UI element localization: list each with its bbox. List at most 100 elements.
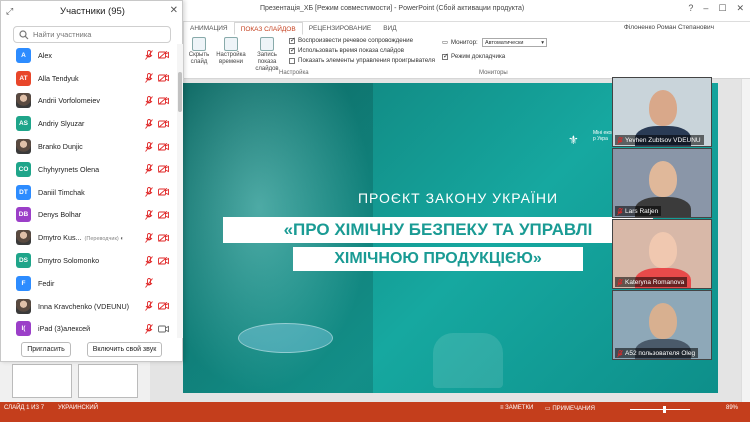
video-tile[interactable]: Lars Ratjen (612, 148, 712, 218)
participant-row[interactable]: Inna Kravchenko (VDEUNU) (1, 295, 177, 318)
participant-face (649, 90, 677, 126)
video-off-icon (158, 119, 169, 128)
participant-row[interactable]: AT Alla Tendyuk (1, 67, 177, 90)
video-off-icon (158, 256, 169, 265)
record-slideshow-button[interactable]: Запись показа слайдов (248, 37, 286, 73)
participant-name: iPad (3)алексей (38, 324, 90, 333)
hide-slide-icon (192, 37, 206, 51)
ribbon-tab[interactable]: РЕЦЕНЗИРОВАНИЕ (303, 22, 378, 35)
close-icon[interactable]: ✕ (170, 5, 178, 16)
hide-slide-button[interactable]: Скрыть слайд (188, 37, 210, 66)
video-name-text: A52 пользователя Oleg (625, 350, 696, 357)
mic-muted-icon (145, 118, 153, 129)
participant-name-text: Branko Dunjic (38, 142, 83, 152)
participant-name-text: Fedir (38, 278, 55, 288)
ribbon-tab[interactable]: АНИМАЦИЯ (184, 22, 234, 35)
video-off-icon (158, 210, 169, 219)
checkbox-icon (289, 36, 296, 44)
participant-list-scrollbar[interactable] (177, 44, 183, 338)
scrollbar-thumb[interactable] (178, 72, 182, 112)
video-tile[interactable]: A52 пользователя Oleg (612, 290, 712, 360)
video-name-label: Kateryna Romanova (615, 277, 688, 287)
video-off-icon (158, 302, 169, 310)
ribbon: Скрыть слайд Настройка времени Запись по… (184, 35, 750, 79)
participant-role: (Переводчик) (84, 236, 119, 243)
unmute-self-button[interactable]: Включить свой звук (87, 342, 162, 357)
video-tile[interactable]: Kateryna Romanova (612, 219, 712, 289)
participant-row[interactable]: CO Chyhyrynets Olena (1, 158, 177, 181)
participant-name: Dmytro Solomonko (38, 256, 99, 265)
ribbon-tab[interactable]: ПОКАЗ СЛАЙДОВ (233, 22, 303, 35)
zoom-level[interactable]: 89% (726, 405, 738, 411)
close-icon[interactable]: ✕ (736, 3, 744, 14)
participant-name: Fedir (38, 279, 54, 288)
panel-header: ⤢ Участники (95) ✕ (1, 1, 184, 23)
interpreter-icon: ◐ (118, 236, 124, 243)
participant-name-text: Daniil Timchak (38, 187, 85, 197)
zoom-slider-knob[interactable] (663, 406, 666, 413)
mic-muted-icon (145, 301, 153, 311)
comments-button[interactable]: ▭ ПРИМЕЧАНИЯ (545, 405, 595, 412)
participant-row[interactable]: A Alex (1, 44, 177, 67)
mic-muted-icon (145, 73, 153, 83)
mic-muted-icon (145, 210, 153, 220)
participant-row[interactable]: AS Andriy Slyuzar (1, 112, 177, 135)
mic-muted-icon (617, 279, 623, 287)
setup-group-label: Настройка (279, 70, 309, 76)
participant-face (649, 303, 677, 339)
avatar: AS (16, 116, 31, 132)
notes-button[interactable]: ≡ ЗАМЕТКИ (500, 405, 533, 411)
slide-thumbnail[interactable] (12, 364, 72, 398)
monitor-icon: ▭ (442, 39, 448, 46)
participant-name-text: Alex (38, 50, 52, 60)
help-icon[interactable]: ? (688, 3, 693, 14)
ribbon-tab[interactable]: ВИД (377, 22, 402, 35)
participant-row[interactable]: F Fedir (1, 272, 177, 295)
avatar (16, 93, 31, 109)
media-controls-checkbox[interactable]: Показать элементы управления проигрывате… (289, 57, 435, 64)
maximize-icon[interactable]: ☐ (718, 3, 726, 14)
participant-name-text: Inna Kravchenko (VDEUNU) (38, 301, 130, 311)
mic-muted-icon (145, 96, 153, 106)
record-icon (260, 37, 274, 51)
video-name-label: Yevhen Zubtsov VDEUNU (615, 135, 704, 145)
narration-checkbox[interactable]: Воспроизвести речевое сопровождение (289, 36, 413, 44)
trident-icon: ⚜ (568, 133, 579, 147)
avatar (16, 230, 31, 246)
presenter-view-checkbox[interactable]: Режим докладчика (442, 52, 505, 60)
slide-thumbnail[interactable] (78, 364, 138, 398)
zoom-slider[interactable] (630, 406, 690, 413)
vertical-scrollbar[interactable] (741, 79, 750, 402)
participant-row[interactable]: Branko Dunjic (1, 135, 177, 158)
slide-beaker (433, 333, 503, 388)
participant-name: Chyhyrynets Olena (38, 165, 99, 174)
signed-in-user[interactable]: Філоненко Роман Степанович (624, 24, 714, 31)
monitor-select[interactable]: Автоматически ▾ (482, 38, 547, 47)
search-input[interactable] (33, 28, 168, 41)
timings-checkbox[interactable]: Использовать время показа слайдов (289, 46, 404, 54)
checkbox-icon (289, 46, 296, 54)
invite-button[interactable]: Пригласить (21, 342, 71, 357)
mic-muted-icon (145, 50, 153, 61)
video-off-icon (158, 74, 169, 83)
video-on-icon (158, 325, 169, 333)
avatar: DT (16, 184, 31, 200)
participant-row[interactable]: I(iPad (3)алексей (1, 318, 177, 341)
rehearse-timings-button[interactable]: Настройка времени (216, 37, 246, 66)
participant-name: Alex (38, 51, 52, 60)
video-tile[interactable]: Yevhen Zubtsov VDEUNU (612, 77, 712, 147)
participant-row[interactable]: Andrii Vorfolomeiev (1, 90, 177, 113)
participant-row[interactable]: DT Daniil Timchak (1, 181, 177, 204)
window-title: Презентація_ХБ [Режим совместимости] - P… (260, 5, 525, 12)
minimize-icon[interactable]: – (703, 3, 708, 14)
participant-name: Dmytro Kus... (Переводчик) ◐ (38, 233, 124, 242)
mic-muted-icon (617, 350, 623, 358)
participant-row[interactable]: DB Denys Bolhar (1, 204, 177, 227)
language-indicator[interactable]: УКРАИНСКИЙ (58, 405, 98, 411)
mic-muted-icon (145, 324, 153, 334)
participant-name: Andrii Vorfolomeiev (38, 96, 100, 105)
participant-row[interactable]: DS Dmytro Solomonko (1, 249, 177, 272)
participant-row[interactable]: Dmytro Kus... (Переводчик) ◐ (1, 226, 177, 249)
avatar: A (16, 47, 31, 63)
participant-search[interactable] (13, 26, 171, 43)
